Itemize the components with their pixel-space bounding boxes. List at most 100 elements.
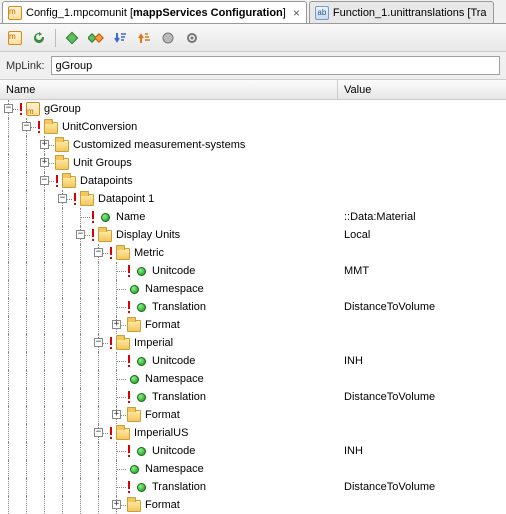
- expand-icon[interactable]: +: [112, 320, 121, 329]
- collapse-icon[interactable]: −: [22, 122, 31, 131]
- tree-label: Unitcode: [152, 442, 195, 460]
- tree-label: Unitcode: [152, 352, 195, 370]
- folder-icon: [54, 155, 70, 171]
- tree-label: UnitConversion: [62, 118, 137, 136]
- expand-icon[interactable]: +: [40, 158, 49, 167]
- tree-label: Datapoint 1: [98, 190, 154, 208]
- tree-row[interactable]: Namespace: [0, 370, 506, 388]
- tree-row[interactable]: Unitcode INH: [0, 442, 506, 460]
- tree-label: Customized measurement-systems: [73, 136, 245, 154]
- column-value[interactable]: Value: [338, 80, 506, 99]
- collapse-icon[interactable]: −: [76, 230, 85, 239]
- folder-icon: [115, 245, 131, 261]
- toolbar-separator: [55, 29, 56, 47]
- folder-icon: [61, 173, 77, 189]
- tree-row[interactable]: + Customized measurement-systems: [0, 136, 506, 154]
- error-marker-icon: [126, 264, 132, 278]
- collapse-icon[interactable]: −: [94, 428, 103, 437]
- collapse-icon[interactable]: −: [94, 338, 103, 347]
- property-icon: [133, 389, 149, 405]
- tree-row[interactable]: −Datapoints: [0, 172, 506, 190]
- collapse-icon[interactable]: −: [40, 176, 49, 185]
- tree-value[interactable]: DistanceToVolume: [338, 298, 506, 316]
- tree-label: Unit Groups: [73, 154, 132, 172]
- property-icon: [133, 479, 149, 495]
- tab-inactive[interactable]: ab Function_1.unittranslations [Tra: [309, 1, 494, 23]
- tree-value[interactable]: INH: [338, 352, 506, 370]
- column-name[interactable]: Name: [0, 80, 338, 99]
- tree-value[interactable]: Local: [338, 226, 506, 244]
- toolbar: m: [0, 24, 506, 52]
- tree-label: Name: [116, 208, 145, 226]
- folder-icon: [115, 425, 131, 441]
- toolbar-btn-config[interactable]: m: [4, 27, 26, 49]
- tree-row[interactable]: + Unit Groups: [0, 154, 506, 172]
- collapse-icon[interactable]: −: [58, 194, 67, 203]
- tab-active[interactable]: m Config_1.mpcomunit [mappServices Confi…: [2, 1, 307, 23]
- tree-row[interactable]: − mgGroup: [0, 100, 506, 118]
- config-icon: m: [25, 101, 41, 117]
- tree-label: Metric: [134, 244, 164, 262]
- tree-row[interactable]: Translation DistanceToVolume: [0, 388, 506, 406]
- tree-row[interactable]: +Format: [0, 496, 506, 514]
- tree-label: Translation: [152, 388, 206, 406]
- error-marker-icon: [126, 480, 132, 494]
- expand-icon[interactable]: +: [40, 140, 49, 149]
- error-marker-icon: [108, 336, 114, 350]
- collapse-icon[interactable]: −: [4, 104, 13, 113]
- toolbar-btn-gear[interactable]: [181, 27, 203, 49]
- tree-row[interactable]: − Metric: [0, 244, 506, 262]
- error-marker-icon: [126, 390, 132, 404]
- tree-row[interactable]: TranslationDistanceToVolume: [0, 478, 506, 496]
- folder-icon: [126, 317, 142, 333]
- error-marker-icon: [36, 120, 42, 134]
- toolbar-btn-diamond-pair[interactable]: [85, 27, 107, 49]
- toolbar-btn-stop[interactable]: [157, 27, 179, 49]
- tree-row[interactable]: −Display UnitsLocal: [0, 226, 506, 244]
- toolbar-btn-refresh[interactable]: [28, 27, 50, 49]
- tree-value[interactable]: DistanceToVolume: [338, 478, 506, 496]
- tree-row[interactable]: Namespace: [0, 280, 506, 298]
- tree-row[interactable]: Translation DistanceToVolume: [0, 298, 506, 316]
- tree-label: Translation: [152, 298, 206, 316]
- error-marker-icon: [72, 192, 78, 206]
- tree-row[interactable]: Name::Data:Material: [0, 208, 506, 226]
- tree-row[interactable]: − Datapoint 1: [0, 190, 506, 208]
- expand-icon[interactable]: +: [112, 410, 121, 419]
- tree-label: Imperial: [134, 334, 173, 352]
- tree-row[interactable]: − ImperialUS: [0, 424, 506, 442]
- grid-header: Name Value: [0, 80, 506, 100]
- tree-value[interactable]: ::Data:Material: [338, 208, 506, 226]
- tab-inactive-file: Function_1.unittranslations: [333, 7, 464, 19]
- tab-inactive-title: Tra: [470, 7, 486, 19]
- property-icon: [133, 443, 149, 459]
- error-marker-icon: [108, 426, 114, 440]
- tree-row[interactable]: Namespace: [0, 460, 506, 478]
- tree-row[interactable]: Unitcode INH: [0, 352, 506, 370]
- toolbar-btn-sort-up[interactable]: [133, 27, 155, 49]
- expand-icon[interactable]: +: [112, 500, 121, 509]
- tree-row[interactable]: UnitcodeMMT: [0, 262, 506, 280]
- folder-icon: [126, 407, 142, 423]
- folder-icon: [43, 119, 59, 135]
- tree-label: ImperialUS: [134, 424, 188, 442]
- folder-icon: [126, 497, 142, 513]
- tree-row[interactable]: − Imperial: [0, 334, 506, 352]
- tree-row[interactable]: +Format: [0, 316, 506, 334]
- toolbar-btn-sort-down[interactable]: [109, 27, 131, 49]
- collapse-icon[interactable]: −: [94, 248, 103, 257]
- tree-value[interactable]: DistanceToVolume: [338, 388, 506, 406]
- tree-value[interactable]: INH: [338, 442, 506, 460]
- error-marker-icon: [108, 246, 114, 260]
- tree-label: Format: [145, 406, 180, 424]
- mplink-input[interactable]: [51, 56, 500, 75]
- property-icon: [133, 263, 149, 279]
- property-icon: [126, 371, 142, 387]
- tree-value[interactable]: MMT: [338, 262, 506, 280]
- tree-row[interactable]: − UnitConversion: [0, 118, 506, 136]
- toolbar-btn-diamond-green[interactable]: [61, 27, 83, 49]
- tree-row[interactable]: + Format: [0, 406, 506, 424]
- close-icon[interactable]: ×: [293, 7, 300, 19]
- tree-label: gGroup: [44, 100, 81, 118]
- error-marker-icon: [54, 174, 60, 188]
